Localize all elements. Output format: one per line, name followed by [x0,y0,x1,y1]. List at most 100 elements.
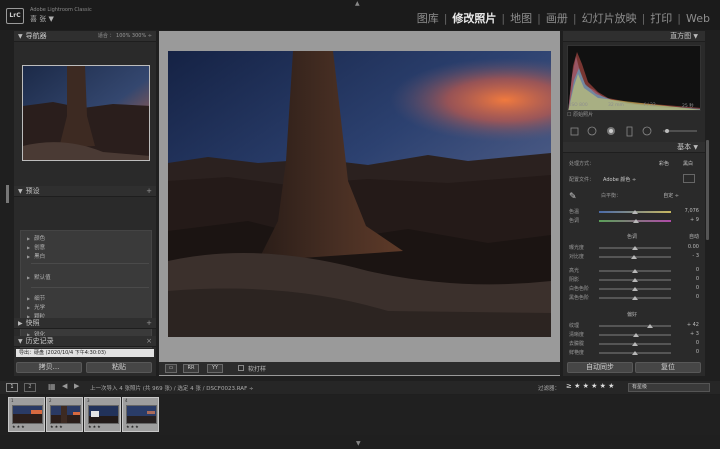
slider-thumb[interactable] [632,351,638,355]
filmstrip-thumb[interactable]: 1 ★★★ [8,397,45,432]
module-tab[interactable]: Web [682,12,714,25]
slider-thumb[interactable] [632,269,638,273]
paste-settings-button[interactable]: 粘贴 [86,362,152,373]
left-panel-toggle[interactable] [6,185,9,203]
module-tab[interactable]: 修改照片 [448,10,500,26]
original-photo-toggle[interactable]: ☐ 原始照片 [567,111,593,118]
module-tab[interactable]: 幻灯片放映 [578,10,641,26]
clarity-value[interactable]: + 3 [690,331,699,337]
zoom-options[interactable]: 适合 ： 100% 300% ÷ [98,31,152,42]
wb-dropdown[interactable]: 自定 ÷ [663,192,679,199]
auto-sync-button[interactable]: 自动同步 [567,362,633,373]
profile-browser-icon[interactable] [683,174,695,183]
slider-thumb[interactable] [647,324,654,328]
slider-thumb[interactable] [630,255,637,259]
white-balance-picker-icon[interactable]: ✎ [569,192,577,202]
slider-thumb[interactable] [632,342,638,346]
blacks-slider[interactable] [599,296,671,300]
reset-button[interactable]: 复位 [635,362,701,373]
slider-thumb[interactable] [633,333,640,337]
main-photo[interactable] [168,51,551,337]
highlights-slider[interactable] [599,269,671,273]
tint-value[interactable]: + 9 [690,217,699,223]
slider-thumb[interactable] [632,246,638,250]
right-panel-scrollbar[interactable] [706,140,709,240]
slider-thumb[interactable] [632,296,638,300]
histogram-header[interactable]: 直方图 ▼ [563,31,705,42]
exposure-slider[interactable] [599,246,671,250]
filmstrip-thumb[interactable]: 3 ★★★ [84,397,121,432]
slider-thumb[interactable] [632,287,638,291]
profile-dropdown[interactable]: Adobe 颜色 ÷ [603,176,636,183]
clarity-slider[interactable] [599,333,671,337]
snapshots-title: 快照 [25,319,40,327]
grid-view-icon[interactable]: ▦ [48,382,56,391]
snapshots-header[interactable]: ▶ 快照 + [14,318,156,329]
navigator-header[interactable]: ▼ 导航器 适合 ： 100% 300% ÷ [14,31,156,42]
main-window-button[interactable]: 1 [6,383,18,392]
navigator-preview[interactable] [22,65,150,161]
texture-slider[interactable] [599,324,671,328]
preset-group[interactable]: ▶ 黑白 [27,252,45,260]
module-tab[interactable]: 打印 [646,10,676,26]
whites-slider[interactable] [599,287,671,291]
before-after-button[interactable]: RR [183,364,199,373]
soft-proof-checkbox[interactable] [238,365,244,371]
basic-header[interactable]: 基本 ▼ [563,142,705,153]
filter-dropdown[interactable]: 有星级 [628,383,710,392]
history-header[interactable]: ▼ 历史记录 × [14,336,156,347]
treatment-color-button[interactable]: 彩色 [659,160,669,167]
dehaze-slider[interactable] [599,342,671,346]
tint-slider[interactable] [599,219,671,223]
slider-thumb[interactable] [632,278,638,282]
vibrance-slider[interactable] [599,351,671,355]
second-window-button[interactable]: 2 [24,383,36,392]
shadows-slider[interactable] [599,278,671,282]
slider-thumb[interactable] [633,219,640,223]
divider [31,287,149,288]
exposure-value[interactable]: 0.00 [688,244,699,250]
filmstrip-thumb[interactable]: 2 ★★★ [46,397,83,432]
temp-value[interactable]: 7,076 [685,208,699,214]
histogram[interactable]: ISO 800 32 mm f / 22 25 秒 [567,45,701,111]
preset-group[interactable]: ▶ 创意 [27,243,45,251]
clear-history-icon[interactable]: × [146,336,152,347]
presets-header[interactable]: ▼ 预设 + [14,186,156,197]
shadows-value[interactable]: 0 [696,276,699,282]
star-filter[interactable]: ≥ ★ ★ ★ ★ ★ [566,382,614,390]
forward-arrow-icon[interactable]: ▶ [74,382,79,390]
collapse-bottom-icon[interactable]: ▼ [356,440,361,447]
back-arrow-icon[interactable]: ◀ [62,382,67,390]
treatment-bw-button[interactable]: 黑白 [683,160,693,167]
temp-slider[interactable] [599,210,671,214]
preset-group[interactable]: ▶ 光学 [27,303,45,311]
copy-settings-button[interactable]: 拷贝... [16,362,82,373]
module-tab[interactable]: 画册 [542,10,572,26]
module-tab[interactable]: 图库 [413,10,443,26]
collapse-top-icon[interactable]: ▲ [355,0,360,7]
texture-value[interactable]: + 42 [687,322,699,328]
preset-group[interactable]: ▶ 细节 [27,294,45,302]
slider-thumb[interactable] [632,210,638,214]
vibrance-value[interactable]: 0 [696,349,699,355]
preset-group[interactable]: ▶ 颜色 [27,234,45,242]
filmstrip-thumb[interactable]: 4 ★★★ [122,397,159,432]
contrast-value[interactable]: - 3 [692,253,699,259]
add-snapshot-icon[interactable]: + [146,318,152,329]
preset-group[interactable]: ▶ 默认值 [27,273,51,281]
histogram-graph [568,52,700,110]
add-preset-icon[interactable]: + [146,186,152,197]
history-entry[interactable]: 导出：硬盘 (2020/10/4 下午4:30:03) [16,349,154,357]
history-title: 历史记录 [25,337,54,345]
source-info[interactable]: 上一次导入 4 张照片 (共 969 张) / 选定 4 张 / DSCF002… [90,384,254,392]
tone-auto-button[interactable]: 自动 [689,233,699,240]
user-name[interactable]: 喜 张 ▼ [30,14,54,24]
loupe-view-button[interactable]: ▭ [165,364,177,373]
highlights-value[interactable]: 0 [696,267,699,273]
contrast-slider[interactable] [599,255,671,259]
module-tab[interactable]: 地图 [506,10,536,26]
before-after-split-button[interactable]: YY [207,364,223,373]
whites-value[interactable]: 0 [696,285,699,291]
dehaze-value[interactable]: 0 [696,340,699,346]
blacks-value[interactable]: 0 [696,294,699,300]
